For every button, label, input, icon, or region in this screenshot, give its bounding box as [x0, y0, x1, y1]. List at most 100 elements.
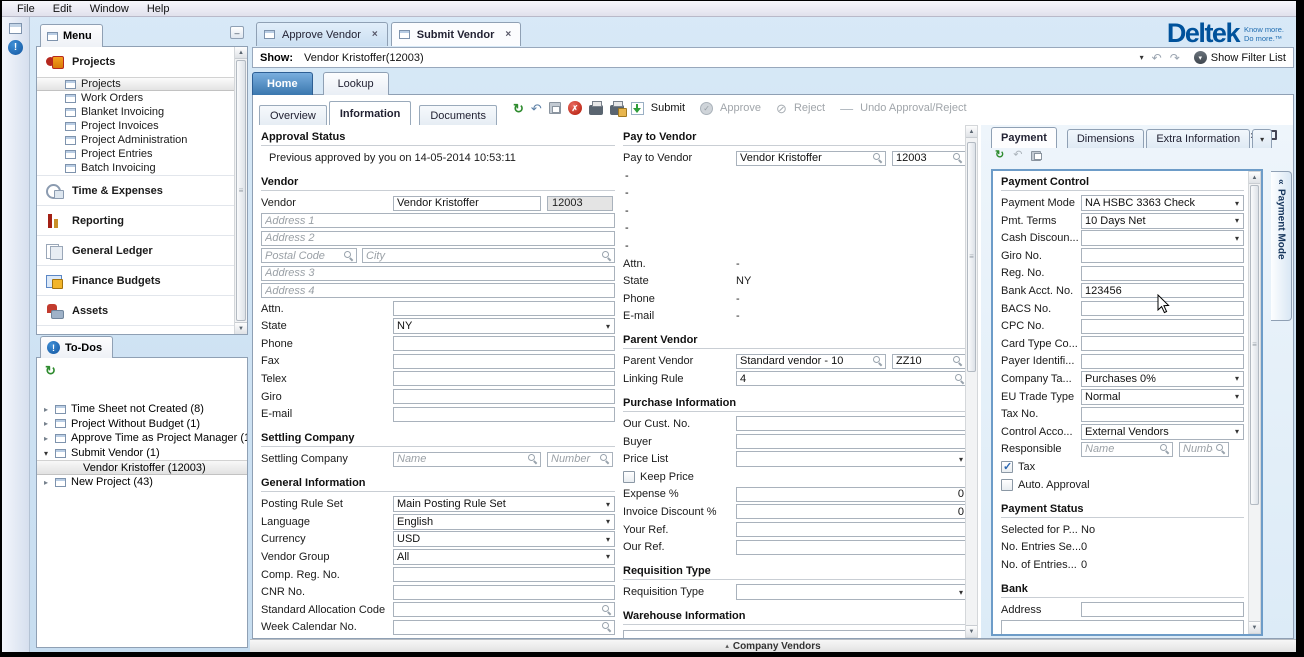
- close-tab-icon[interactable]: ×: [503, 29, 513, 40]
- text-input[interactable]: [393, 407, 615, 422]
- undo-icon[interactable]: ↶: [1013, 150, 1022, 161]
- nav-group-assets[interactable]: Assets: [37, 295, 234, 325]
- nav-group-reporting[interactable]: Reporting: [37, 205, 234, 235]
- lookup-input[interactable]: [893, 152, 953, 165]
- todo-item[interactable]: ▾Submit Vendor (1): [37, 446, 247, 461]
- submit-button[interactable]: Submit: [651, 102, 685, 114]
- lookup-input[interactable]: [737, 355, 873, 368]
- text-input[interactable]: [736, 522, 968, 537]
- menu-item-file[interactable]: File: [8, 1, 44, 16]
- text-input[interactable]: [1001, 620, 1244, 635]
- text-input[interactable]: [393, 336, 615, 351]
- lookup-field[interactable]: [736, 151, 886, 166]
- text-input[interactable]: [736, 416, 968, 431]
- menu-item-window[interactable]: Window: [81, 1, 138, 16]
- text-input[interactable]: [1081, 336, 1244, 351]
- todos-tab[interactable]: ! To-Dos: [40, 336, 113, 358]
- city-input[interactable]: [363, 249, 602, 262]
- text-input[interactable]: [393, 389, 615, 404]
- nav-group-general-ledger[interactable]: General Ledger: [37, 235, 234, 265]
- lookup-input[interactable]: [737, 372, 955, 385]
- lookup-input[interactable]: [1082, 443, 1160, 456]
- text-input[interactable]: [393, 301, 615, 316]
- tree-toggle-icon[interactable]: ▸: [44, 434, 55, 443]
- lookup-field[interactable]: [736, 371, 968, 386]
- scrollbar-thumb[interactable]: ≡: [1250, 185, 1259, 505]
- scrollbar-thumb[interactable]: ≡: [236, 60, 246, 321]
- text-input[interactable]: [1081, 248, 1244, 263]
- tree-toggle-icon[interactable]: ▸: [44, 478, 55, 487]
- text-input[interactable]: [393, 585, 615, 600]
- dropdown-field[interactable]: Purchases 0%▾: [1081, 371, 1244, 387]
- nav-scrollbar[interactable]: ▲ ≡ ▼: [234, 47, 247, 334]
- todo-item[interactable]: ▸Project Without Budget (1): [37, 417, 247, 432]
- save-icon[interactable]: [1031, 151, 1041, 161]
- nav-item-project-administration[interactable]: Project Administration: [37, 133, 234, 147]
- nav-group-finance-budgets[interactable]: Finance Budgets: [37, 265, 234, 295]
- window-tab-submit-vendor[interactable]: Submit Vendor×: [391, 22, 521, 46]
- lookup-field[interactable]: [1179, 442, 1229, 457]
- lookup-input[interactable]: [893, 355, 953, 368]
- lookup-field[interactable]: [393, 620, 615, 635]
- company-vendors-bar[interactable]: ▴ Company Vendors: [250, 639, 1296, 652]
- tab-home[interactable]: Home: [252, 72, 313, 95]
- postal-code-input[interactable]: [262, 249, 344, 262]
- scroll-down-icon[interactable]: ▼: [966, 625, 977, 637]
- address-input[interactable]: [261, 266, 615, 281]
- panel-scrollbar[interactable]: ▲ ≡ ▼: [1248, 171, 1261, 634]
- lookup-field[interactable]: [393, 602, 615, 617]
- text-input[interactable]: [1081, 266, 1244, 281]
- lookup-field[interactable]: [892, 354, 966, 369]
- menu-item-help[interactable]: Help: [138, 1, 179, 16]
- filter-combo[interactable]: Vendor Kristoffer(12003) ▾: [300, 49, 1148, 66]
- lookup-field[interactable]: [1081, 442, 1173, 457]
- subtab-overview[interactable]: Overview: [259, 105, 327, 125]
- panel-tab-dimensions[interactable]: Dimensions: [1067, 129, 1144, 148]
- lookup-field[interactable]: [736, 354, 886, 369]
- text-input[interactable]: [736, 504, 968, 519]
- text-input[interactable]: [736, 540, 968, 555]
- address-input[interactable]: [261, 283, 615, 298]
- dropdown-field[interactable]: English▾: [393, 514, 615, 530]
- print-icon[interactable]: [589, 105, 603, 115]
- lookup-input[interactable]: [737, 152, 873, 165]
- lookup-input[interactable]: [394, 621, 602, 634]
- refresh-icon[interactable]: ↻: [995, 150, 1004, 161]
- dropdown-field[interactable]: NY▾: [393, 318, 615, 334]
- dropdown-field[interactable]: ▾: [1081, 230, 1244, 246]
- dropdown-field[interactable]: NA HSBC 3363 Check▾: [1081, 195, 1244, 211]
- save-icon[interactable]: [549, 102, 561, 114]
- lookup-field[interactable]: [393, 452, 541, 467]
- todo-item[interactable]: ▸Time Sheet not Created (8): [37, 402, 247, 417]
- text-input[interactable]: [736, 487, 968, 502]
- print-preview-icon[interactable]: [610, 105, 624, 115]
- lookup-input[interactable]: [394, 603, 602, 616]
- checkbox[interactable]: [1001, 461, 1013, 473]
- checkbox[interactable]: [1001, 479, 1013, 491]
- text-input[interactable]: [1081, 283, 1244, 298]
- dropdown-field[interactable]: All▾: [393, 549, 615, 565]
- scroll-up-icon[interactable]: ▲: [235, 47, 247, 59]
- nav-group-time-expenses[interactable]: Time & Expenses: [37, 175, 234, 205]
- undo-approval-reject-button[interactable]: Undo Approval/Reject: [860, 102, 966, 114]
- nav-item-work-orders[interactable]: Work Orders: [37, 91, 234, 105]
- todo-item[interactable]: Vendor Kristoffer (12003): [37, 460, 247, 475]
- menu-item-edit[interactable]: Edit: [44, 1, 81, 16]
- scroll-down-icon[interactable]: ▼: [235, 322, 247, 334]
- dropdown-field[interactable]: ▾: [736, 584, 968, 600]
- panel-tab-payment[interactable]: Payment: [991, 127, 1057, 148]
- address-input[interactable]: [261, 231, 615, 246]
- lookup-field[interactable]: [892, 151, 966, 166]
- scroll-up-icon[interactable]: ▲: [966, 126, 977, 138]
- nav-item-project-invoices[interactable]: Project Invoices: [37, 119, 234, 133]
- dropdown-field[interactable]: 10 Days Net▾: [1081, 213, 1244, 229]
- collapse-menu-button[interactable]: –: [230, 26, 244, 39]
- dropdown-field[interactable]: Normal▾: [1081, 389, 1244, 405]
- back-icon[interactable]: ↶: [1152, 51, 1162, 65]
- dropdown-field[interactable]: External Vendors▾: [1081, 424, 1244, 440]
- refresh-icon[interactable]: ↻: [45, 364, 56, 377]
- city-lookup[interactable]: [362, 248, 615, 263]
- refresh-icon[interactable]: ↻: [513, 102, 524, 115]
- text-input[interactable]: [393, 567, 615, 582]
- todo-item[interactable]: ▸New Project (43): [37, 475, 247, 490]
